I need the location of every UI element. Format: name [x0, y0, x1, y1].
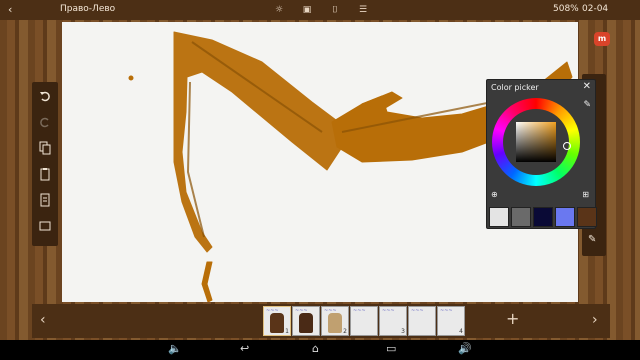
layers-icon[interactable]: ▣ [300, 3, 314, 16]
system-nav-bar: 🔈 ↩ ⌂ ▭ 🔊 [0, 340, 640, 360]
top-bar: ‹ Право-Лево ☼ ▣ ⌷ ☰ 508% 02-04 [0, 0, 640, 20]
eyedropper-icon[interactable]: ✎ [583, 100, 591, 110]
next-frame-icon[interactable]: › [592, 312, 598, 328]
close-icon[interactable]: ✕ [583, 81, 591, 92]
top-tools: ☼ ▣ ⌷ ☰ [272, 3, 370, 16]
saturation-square[interactable] [516, 122, 556, 162]
back-icon[interactable]: ↩ [240, 342, 249, 355]
frames-list-icon[interactable]: ☰ [356, 3, 370, 16]
home-icon[interactable]: ⌂ [312, 342, 319, 355]
volume-up-icon[interactable]: 🔊 [458, 342, 472, 355]
blank-icon[interactable] [38, 218, 52, 234]
volume-down-icon[interactable]: 🔈 [168, 342, 182, 355]
frame-icon[interactable]: ⌷ [328, 3, 342, 16]
frame-thumb[interactable]: ~~~ [408, 306, 436, 336]
swatch[interactable] [577, 207, 597, 227]
swatch-menu-icon[interactable]: ⊞ [582, 190, 589, 199]
color-picker-title: Color picker [491, 83, 539, 92]
zoom-level: 508% [553, 4, 579, 14]
sun-icon[interactable]: ☼ [272, 3, 286, 16]
copy-icon[interactable] [38, 140, 52, 156]
hue-cursor[interactable] [563, 142, 571, 150]
left-toolbar [32, 82, 58, 246]
recents-icon[interactable]: ▭ [386, 342, 396, 355]
frame-thumb[interactable]: ~~~ 2 [321, 306, 349, 336]
copy-frame-icon[interactable] [38, 192, 52, 208]
undo-icon[interactable] [38, 88, 52, 104]
ruler-icon[interactable]: ✎ [588, 234, 600, 246]
frame-thumb[interactable]: ~~~ 3 [379, 306, 407, 336]
frame-counter: 02-04 [582, 4, 609, 14]
frame-thumb[interactable]: ~~~ 4 [437, 306, 465, 336]
paste-icon[interactable] [38, 166, 52, 182]
swatch[interactable] [511, 207, 531, 227]
swatch[interactable] [533, 207, 553, 227]
app-badge-icon[interactable]: m [594, 32, 610, 46]
swatch-row [489, 207, 597, 227]
add-swatch-icon[interactable]: ⊕ [491, 190, 498, 199]
frame-thumb[interactable]: ~~~ [350, 306, 378, 336]
frame-thumb[interactable]: ~~~ 1 [263, 306, 291, 336]
swatch[interactable] [489, 207, 509, 227]
timeline-bar: ‹ ~~~ 1 ~~~ ~~~ 2 ~~~ ~~~ 3 ~~~ ~~~ 4 + › [32, 304, 610, 338]
redo-icon[interactable] [38, 114, 52, 130]
add-frame-button[interactable]: + [506, 309, 519, 328]
color-picker-panel: Color picker ✕ ✎ ⊕ ⊞ [486, 79, 597, 229]
frame-thumb[interactable]: ~~~ [292, 306, 320, 336]
project-title: Право-Лево [60, 4, 116, 14]
frame-strip: ~~~ 1 ~~~ ~~~ 2 ~~~ ~~~ 3 ~~~ ~~~ 4 [263, 306, 465, 336]
swatch[interactable] [555, 207, 575, 227]
prev-frame-icon[interactable]: ‹ [40, 312, 46, 328]
back-arrow-icon[interactable]: ‹ [8, 3, 12, 16]
